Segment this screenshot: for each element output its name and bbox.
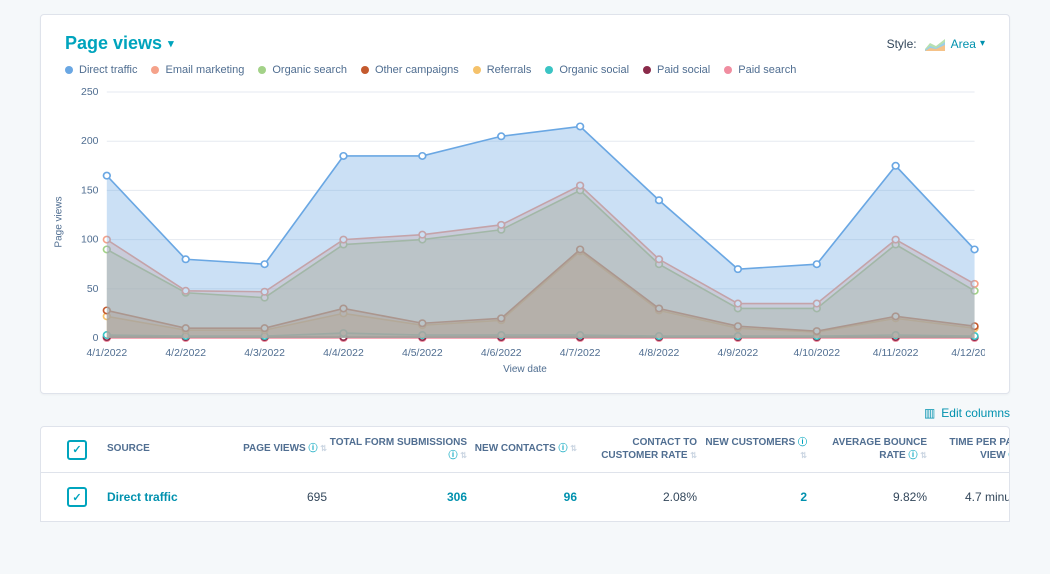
table-header-row: ✓ SOURCE PAGE VIEWS ⓘ ⇅ TOTAL FORM SUBMI… (41, 427, 1009, 472)
legend-item[interactable]: Paid search (724, 64, 796, 76)
legend-dot-icon (643, 66, 651, 74)
info-icon: ⓘ (798, 437, 807, 447)
columns-icon: ▥ (924, 406, 935, 420)
svg-text:4/7/2022: 4/7/2022 (560, 348, 601, 359)
svg-text:4/4/2022: 4/4/2022 (323, 348, 364, 359)
legend-item[interactable]: Other campaigns (361, 64, 459, 76)
legend-label: Direct traffic (79, 64, 137, 76)
cell-time: 4.7 minutes (927, 490, 1010, 504)
legend-dot-icon (724, 66, 732, 74)
legend-dot-icon (258, 66, 266, 74)
svg-text:4/10/2022: 4/10/2022 (794, 348, 841, 359)
legend-label: Email marketing (165, 64, 244, 76)
legend-item[interactable]: Paid social (643, 64, 710, 76)
info-icon: ⓘ (309, 443, 318, 453)
legend-label: Paid social (657, 64, 710, 76)
info-icon: ⓘ (909, 450, 918, 460)
legend-label: Paid search (738, 64, 796, 76)
chevron-down-icon: ▾ (980, 38, 985, 49)
cell-new-customers[interactable]: 2 (697, 490, 807, 504)
row-checkbox[interactable]: ✓ (67, 487, 87, 507)
chart-title-text: Page views (65, 33, 162, 54)
chevron-down-icon: ▾ (168, 37, 174, 50)
legend-item[interactable]: Referrals (473, 64, 532, 76)
cell-total-form[interactable]: 306 (327, 490, 467, 504)
column-header-total-form[interactable]: TOTAL FORM SUBMISSIONS ⓘ ⇅ (327, 437, 467, 462)
info-icon: ⓘ (559, 443, 568, 453)
svg-text:4/9/2022: 4/9/2022 (718, 348, 759, 359)
style-value: Area (951, 37, 976, 51)
svg-text:150: 150 (81, 186, 99, 197)
column-header-bounce[interactable]: AVERAGE BOUNCE RATE ⓘ ⇅ (807, 437, 927, 462)
legend-dot-icon (151, 66, 159, 74)
edit-columns-label: Edit columns (941, 406, 1010, 420)
column-header-new-customers[interactable]: NEW CUSTOMERS ⓘ ⇅ (697, 437, 807, 462)
svg-text:4/5/2022: 4/5/2022 (402, 348, 443, 359)
legend-dot-icon (545, 66, 553, 74)
edit-columns-link[interactable]: ▥ Edit columns (924, 406, 1010, 420)
svg-text:200: 200 (81, 136, 99, 147)
column-header-page-views[interactable]: PAGE VIEWS ⓘ ⇅ (227, 443, 327, 456)
legend-dot-icon (473, 66, 481, 74)
legend-item[interactable]: Organic search (258, 64, 347, 76)
info-icon: ⓘ (449, 450, 458, 460)
svg-text:4/6/2022: 4/6/2022 (481, 348, 522, 359)
legend-label: Referrals (487, 64, 532, 76)
svg-text:4/12/2022: 4/12/2022 (951, 348, 985, 359)
column-header-time[interactable]: TIME PER PAGE VIEW ⓘ ⇅ (927, 437, 1010, 462)
table-row: ✓ Direct traffic 695 306 96 2.08% 2 9.82… (41, 472, 1009, 521)
legend-label: Other campaigns (375, 64, 459, 76)
legend-label: Organic social (559, 64, 629, 76)
chart-title-dropdown[interactable]: Page views ▾ (65, 33, 174, 54)
chart-legend: Direct traffic Email marketing Organic sea… (41, 62, 1009, 82)
svg-text:4/2/2022: 4/2/2022 (165, 348, 206, 359)
legend-item[interactable]: Email marketing (151, 64, 244, 76)
svg-text:50: 50 (87, 284, 99, 295)
cell-new-contacts[interactable]: 96 (467, 490, 577, 504)
column-header-ctc-rate[interactable]: CONTACT TO CUSTOMER RATE ⇅ (577, 437, 697, 462)
area-style-icon (925, 37, 945, 51)
svg-text:0: 0 (93, 333, 99, 344)
svg-text:250: 250 (81, 87, 99, 98)
legend-item[interactable]: Organic social (545, 64, 629, 76)
legend-label: Organic search (272, 64, 347, 76)
source-link[interactable]: Direct traffic (107, 490, 227, 504)
area-chart: Page views 0501001502002504/1/20224/2/20… (65, 82, 985, 362)
cell-bounce: 9.82% (807, 490, 927, 504)
cell-page-views: 695 (227, 490, 327, 504)
style-label: Style: (887, 37, 917, 51)
x-axis-label: View date (65, 364, 985, 375)
svg-text:100: 100 (81, 235, 99, 246)
svg-text:4/3/2022: 4/3/2022 (244, 348, 285, 359)
info-icon: ⓘ (1009, 450, 1011, 460)
legend-dot-icon (65, 66, 73, 74)
chart-style-selector[interactable]: Style: Area ▾ (887, 37, 985, 51)
cell-ctc-rate: 2.08% (577, 490, 697, 504)
legend-item[interactable]: Direct traffic (65, 64, 137, 76)
column-header-source[interactable]: SOURCE (107, 443, 227, 456)
legend-dot-icon (361, 66, 369, 74)
select-all-checkbox[interactable]: ✓ (67, 440, 87, 460)
sources-table: ✓ SOURCE PAGE VIEWS ⓘ ⇅ TOTAL FORM SUBMI… (40, 426, 1010, 522)
column-header-new-contacts[interactable]: NEW CONTACTS ⓘ ⇅ (467, 443, 577, 456)
y-axis-label: Page views (54, 196, 65, 247)
chart-card: Page views ▾ Style: Area ▾ Direct traffi… (40, 14, 1010, 394)
svg-text:4/11/2022: 4/11/2022 (873, 348, 919, 359)
svg-text:4/8/2022: 4/8/2022 (639, 348, 680, 359)
svg-text:4/1/2022: 4/1/2022 (86, 348, 127, 359)
